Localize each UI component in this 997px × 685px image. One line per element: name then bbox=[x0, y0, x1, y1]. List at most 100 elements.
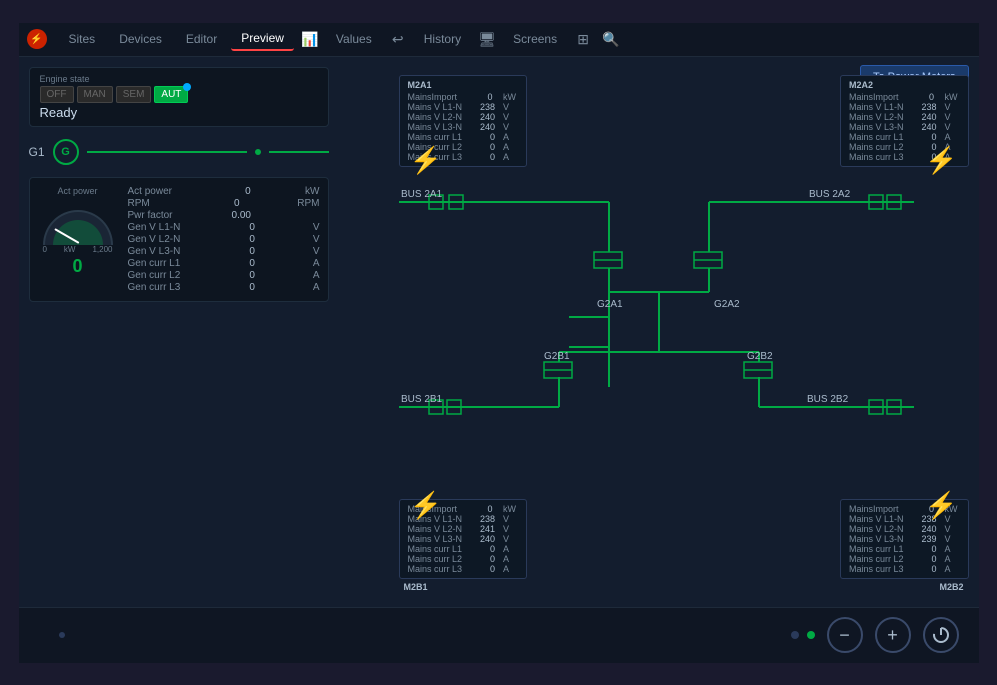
nav-screens[interactable]: Screens bbox=[503, 28, 567, 50]
indicator-dot-small bbox=[59, 632, 65, 638]
nav-devices[interactable]: Devices bbox=[109, 28, 172, 50]
minus-button[interactable]: − bbox=[827, 617, 863, 653]
gauge-labels: 0 kW 1,200 bbox=[43, 245, 113, 254]
meter-m2b2-row5: Mains curr L1 0 A bbox=[849, 544, 960, 554]
display-icon[interactable]: ⊞ bbox=[571, 27, 595, 51]
gen-row-vl2n: Gen V L2-N 0 V bbox=[128, 234, 320, 245]
engine-ready: Ready bbox=[40, 105, 318, 120]
gen-val-vl3n: 0 bbox=[215, 246, 255, 257]
tower-m2b2-icon: ⚡ bbox=[925, 490, 957, 521]
gen-unit-pwr-factor bbox=[289, 210, 319, 221]
btn-man[interactable]: MAN bbox=[77, 86, 113, 103]
gen-row-cl3: Gen curr L3 0 A bbox=[128, 282, 320, 293]
gen-row-cl1: Gen curr L1 0 A bbox=[128, 258, 320, 269]
meter-m2a2-title: M2A2 bbox=[849, 80, 960, 90]
gen-unit-cl2: A bbox=[290, 270, 320, 281]
gen-unit-rpm: RPM bbox=[289, 198, 319, 209]
gen-val-cl2: 0 bbox=[215, 270, 255, 281]
gauge-value: 0 bbox=[72, 256, 82, 277]
btn-sem[interactable]: SEM bbox=[116, 86, 152, 103]
g1-row: G1 G bbox=[29, 135, 329, 169]
gauge-min: 0 bbox=[43, 245, 47, 254]
nav-editor[interactable]: Editor bbox=[176, 28, 227, 50]
meter-m2b1-row3: Mains V L2-N 241 V bbox=[408, 524, 519, 534]
gen-label-vl2n: Gen V L2-N bbox=[128, 234, 181, 245]
gen-row-rpm: RPM 0 RPM bbox=[128, 198, 320, 209]
generator-panel: Act power 0 kW 1,200 0 Act pow bbox=[29, 177, 329, 302]
page-dot-2[interactable] bbox=[807, 631, 815, 639]
svg-text:BUS 2A1: BUS 2A1 bbox=[401, 189, 443, 200]
meter-m2b2-title: M2B2 bbox=[939, 582, 963, 592]
act-power-label: Act power bbox=[57, 186, 97, 196]
engine-state-buttons: OFF MAN SEM AUT bbox=[40, 86, 318, 103]
diagram-area: To Power Meters bbox=[339, 57, 979, 607]
gen-label-cl2: Gen curr L2 bbox=[128, 270, 181, 281]
meter-m2a1-row3: Mains V L2-N 240 V bbox=[408, 112, 519, 122]
meter-m2b1-row4: Mains V L3-N 240 V bbox=[408, 534, 519, 544]
gen-unit-vl1n: V bbox=[290, 222, 320, 233]
gen-row-pwr-factor: Pwr factor 0.00 bbox=[128, 210, 320, 221]
gen-label-pwr-factor: Pwr factor bbox=[128, 210, 173, 221]
gen-val-act-power: 0 bbox=[211, 186, 251, 197]
gauge-unit: kW bbox=[64, 245, 76, 254]
svg-text:G2A1: G2A1 bbox=[597, 299, 623, 310]
gen-label-cl3: Gen curr L3 bbox=[128, 282, 181, 293]
meter-m2a2-row4: Mains V L3-N 240 V bbox=[849, 122, 960, 132]
meter-m2a1-row2: Mains V L1-N 238 V bbox=[408, 102, 519, 112]
power-gauge bbox=[43, 200, 113, 245]
plus-button[interactable]: + bbox=[875, 617, 911, 653]
meter-m2a1-row1: MainsImport 0 kW bbox=[408, 92, 519, 102]
g1-dot bbox=[255, 149, 261, 155]
meter-m2b1: MainsImport 0 kW Mains V L1-N 238 V Main… bbox=[399, 499, 528, 579]
meter-m2a1-row5: Mains curr L1 0 A bbox=[408, 132, 519, 142]
meter-m2b1-row6: Mains curr L2 0 A bbox=[408, 554, 519, 564]
meter-m2b2: MainsImport 0 kW Mains V L1-N 238 V Main… bbox=[840, 499, 969, 579]
zoom-icon[interactable]: 🔍 bbox=[599, 27, 623, 51]
svg-text:BUS 2B2: BUS 2B2 bbox=[807, 394, 849, 405]
gen-label-vl3n: Gen V L3-N bbox=[128, 246, 181, 257]
g1-label: G1 bbox=[29, 145, 45, 159]
g1-symbol: G bbox=[53, 139, 79, 165]
btn-off[interactable]: OFF bbox=[40, 86, 74, 103]
meter-m2b1-row7: Mains curr L3 0 A bbox=[408, 564, 519, 574]
meter-m2a2-row5: Mains curr L1 0 A bbox=[849, 132, 960, 142]
history-icon[interactable]: ↩ bbox=[386, 27, 410, 51]
meter-m2a2-row2: Mains V L1-N 238 V bbox=[849, 102, 960, 112]
meter-m2a2-row3: Mains V L2-N 240 V bbox=[849, 112, 960, 122]
screens-icon[interactable]: 🖥 bbox=[475, 27, 499, 51]
meter-m2a2: M2A2 MainsImport 0 kW Mains V L1-N 238 V… bbox=[840, 75, 969, 167]
main-window: Sites Devices Editor Preview 📊 Values ↩ … bbox=[19, 23, 979, 663]
gen-row-vl3n: Gen V L3-N 0 V bbox=[128, 246, 320, 257]
gen-val-vl2n: 0 bbox=[215, 234, 255, 245]
gen-label-vl1n: Gen V L1-N bbox=[128, 222, 181, 233]
svg-text:G2A2: G2A2 bbox=[714, 299, 740, 310]
gen-label-rpm: RPM bbox=[128, 198, 150, 209]
meter-m2b2-row3: Mains V L2-N 240 V bbox=[849, 524, 960, 534]
page-dot-1[interactable] bbox=[791, 631, 799, 639]
values-icon[interactable]: 📊 bbox=[298, 27, 322, 51]
gen-label-act-power: Act power bbox=[128, 186, 172, 197]
gen-row-act-power: Act power 0 kW bbox=[128, 186, 320, 197]
nav-values[interactable]: Values bbox=[326, 28, 382, 50]
meter-m2a1-title: M2A1 bbox=[408, 80, 519, 90]
meter-m2a1: M2A1 MainsImport 0 kW Mains V L1-N 238 V… bbox=[399, 75, 528, 167]
btn-aut[interactable]: AUT bbox=[154, 86, 188, 103]
engine-state-box: Engine state OFF MAN SEM AUT Ready bbox=[29, 67, 329, 127]
meter-m2b1-title: M2B1 bbox=[404, 582, 428, 592]
gen-unit-act-power: kW bbox=[290, 186, 320, 197]
gen-row-vl1n: Gen V L1-N 0 V bbox=[128, 222, 320, 233]
meter-m2a1-row4: Mains V L3-N 240 V bbox=[408, 122, 519, 132]
gauge-max: 1,200 bbox=[92, 245, 112, 254]
main-content: Engine state OFF MAN SEM AUT Ready G1 G bbox=[19, 57, 979, 607]
nav-preview[interactable]: Preview bbox=[231, 27, 294, 51]
power-button[interactable] bbox=[923, 617, 959, 653]
page-indicators bbox=[791, 631, 815, 639]
nav-sites[interactable]: Sites bbox=[59, 28, 106, 50]
svg-text:G2B2: G2B2 bbox=[747, 351, 773, 362]
svg-text:BUS 2B1: BUS 2B1 bbox=[401, 394, 443, 405]
svg-text:BUS 2A2: BUS 2A2 bbox=[809, 189, 851, 200]
nav-history[interactable]: History bbox=[414, 28, 471, 50]
gen-val-cl1: 0 bbox=[215, 258, 255, 269]
gen-val-rpm: 0 bbox=[200, 198, 240, 209]
meter-m2b2-row4: Mains V L3-N 239 V bbox=[849, 534, 960, 544]
